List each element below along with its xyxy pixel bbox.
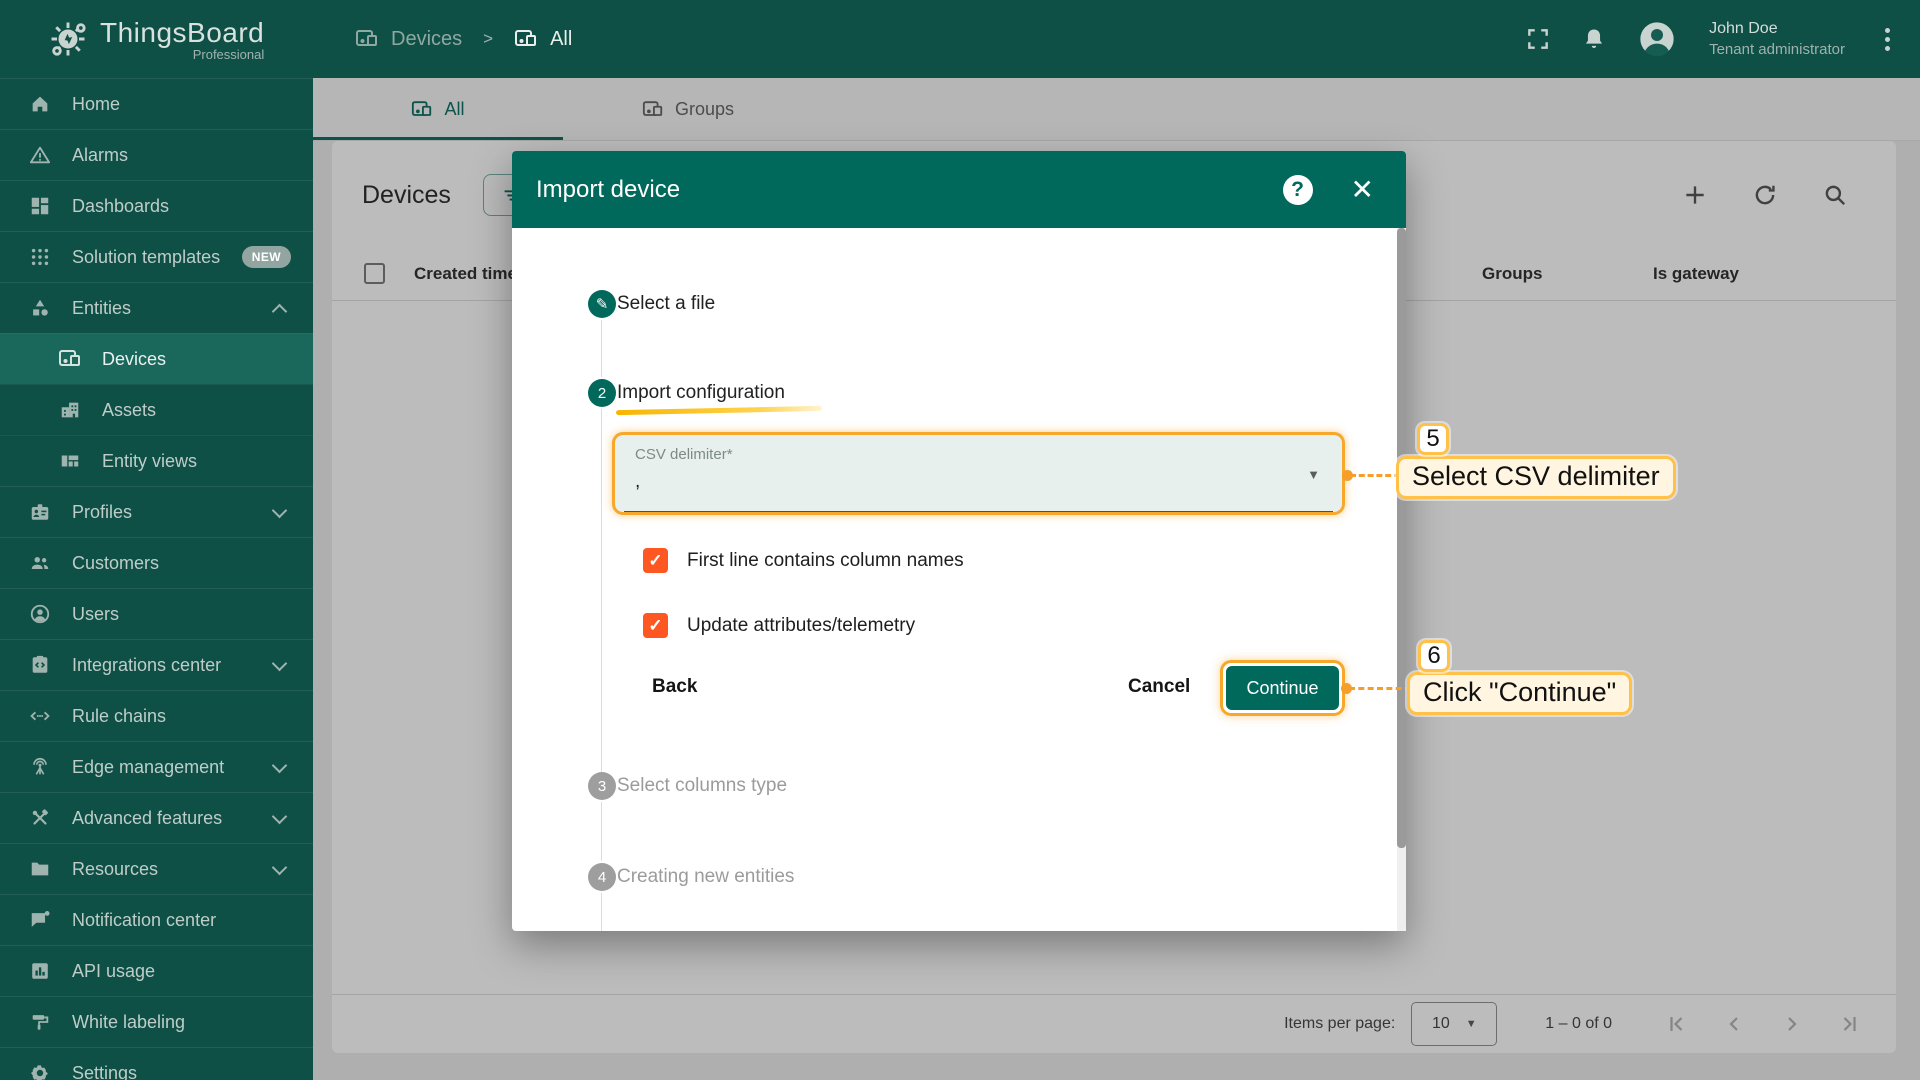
step4-label: Creating new entities	[617, 865, 794, 889]
update-attributes-checkbox[interactable]: ✓	[643, 613, 668, 638]
dashboard-tiles-icon	[28, 194, 52, 218]
device-icon	[58, 347, 82, 371]
sidebar-item-edge-management[interactable]: Edge management	[0, 741, 313, 792]
help-icon[interactable]: ?	[1283, 175, 1313, 205]
annotation5-number: 5	[1417, 423, 1449, 455]
sidebar-item-dashboards[interactable]: Dashboards	[0, 180, 313, 231]
view-quilt-icon	[58, 449, 82, 473]
cancel-button[interactable]: Cancel	[1128, 676, 1190, 698]
people-icon	[28, 551, 52, 575]
fullscreen-icon[interactable]	[1525, 26, 1551, 52]
step3-circle: 3	[588, 772, 616, 800]
grid-dots-icon	[28, 245, 52, 269]
chevron-up-icon	[272, 304, 288, 320]
sidebar-item-devices[interactable]: Devices	[0, 333, 313, 384]
close-icon[interactable]: ✕	[1351, 176, 1374, 204]
chevron-down-icon	[272, 758, 288, 774]
annotation6-number: 6	[1418, 640, 1450, 672]
step3-label: Select columns type	[617, 774, 787, 798]
warning-triangle-icon	[28, 143, 52, 167]
step1-label[interactable]: Select a file	[617, 292, 715, 316]
breadcrumb-all[interactable]: All	[514, 28, 572, 51]
chevron-down-icon	[272, 503, 288, 519]
annotation-marker-underline	[616, 406, 822, 415]
sidebar-item-profiles[interactable]: Profiles	[0, 486, 313, 537]
breadcrumb-separator: >	[483, 29, 493, 49]
thingsboard-logo-icon	[46, 17, 90, 61]
csv-delimiter-value: ,	[635, 471, 1322, 493]
code-brackets-icon	[28, 704, 52, 728]
sidebar-item-integrations-center[interactable]: Integrations center	[0, 639, 313, 690]
dialog-title: Import device	[536, 176, 680, 204]
sidebar-item-assets[interactable]: Assets	[0, 384, 313, 435]
user-role: Tenant administrator	[1709, 41, 1845, 58]
update-attributes-checkbox-row: ✓ Update attributes/telemetry	[643, 613, 915, 638]
sidebar-item-entity-views[interactable]: Entity views	[0, 435, 313, 486]
home-icon	[28, 92, 52, 116]
breadcrumb-devices[interactable]: Devices	[355, 28, 462, 51]
sidebar-item-resources[interactable]: Resources	[0, 843, 313, 894]
user-info[interactable]: John Doe Tenant administrator	[1709, 20, 1845, 58]
more-menu-icon[interactable]	[1881, 24, 1894, 55]
chevron-down-icon	[272, 656, 288, 672]
sidebar-item-customers[interactable]: Customers	[0, 537, 313, 588]
app-edition: Professional	[193, 47, 265, 62]
sidebar-item-rule-chains[interactable]: Rule chains	[0, 690, 313, 741]
dialog-scrollbar[interactable]	[1397, 228, 1406, 931]
integration-icon	[28, 653, 52, 677]
gear-icon	[28, 1061, 52, 1080]
annotation6-text: Click "Continue"	[1407, 672, 1632, 715]
continue-button[interactable]: Continue	[1226, 666, 1339, 710]
breadcrumb: Devices > All	[355, 28, 572, 51]
annotation-highlight-ring: Continue	[1220, 660, 1345, 716]
chart-box-icon	[28, 959, 52, 983]
shapes-icon	[28, 296, 52, 320]
csv-delimiter-label: CSV delimiter*	[635, 446, 1322, 463]
first-line-checkbox[interactable]: ✓	[643, 548, 668, 573]
step2-circle: 2	[588, 379, 616, 407]
paint-roller-icon	[28, 1010, 52, 1034]
csv-delimiter-select[interactable]: CSV delimiter* , ▼	[612, 432, 1345, 515]
avatar[interactable]	[1637, 19, 1677, 59]
chevron-down-icon	[272, 860, 288, 876]
person-circle-icon	[28, 602, 52, 626]
sidebar-item-white-labeling[interactable]: White labeling	[0, 996, 313, 1047]
sidebar-item-alarms[interactable]: Alarms	[0, 129, 313, 180]
folder-icon	[28, 857, 52, 881]
new-badge: NEW	[242, 246, 291, 268]
annotation5-connector	[1350, 474, 1400, 477]
chevron-down-icon	[272, 809, 288, 825]
sidebar-item-settings[interactable]: Settings	[0, 1047, 313, 1080]
app-logo[interactable]: ThingsBoard Professional	[0, 0, 313, 78]
message-icon	[28, 908, 52, 932]
step1-circle-edit-icon[interactable]: ✎	[588, 290, 616, 318]
back-button[interactable]: Back	[652, 676, 697, 698]
sidebar-item-solution-templates[interactable]: Solution templates NEW	[0, 231, 313, 282]
sidebar-item-api-usage[interactable]: API usage	[0, 945, 313, 996]
sidebar-item-users[interactable]: Users	[0, 588, 313, 639]
sidebar-item-entities[interactable]: Entities	[0, 282, 313, 333]
notifications-bell-icon[interactable]	[1581, 26, 1607, 52]
sidebar-item-home[interactable]: Home	[0, 78, 313, 129]
badge-icon	[28, 500, 52, 524]
dropdown-arrow-icon: ▼	[1307, 467, 1320, 482]
annotation5-text: Select CSV delimiter	[1396, 456, 1676, 499]
tools-icon	[28, 806, 52, 830]
step2-label: Import configuration	[617, 381, 785, 405]
antenna-icon	[28, 755, 52, 779]
sidebar-item-notification-center[interactable]: Notification center	[0, 894, 313, 945]
sidebar: ThingsBoard Professional Home Alarms Das…	[0, 0, 313, 1080]
sidebar-item-advanced-features[interactable]: Advanced features	[0, 792, 313, 843]
app-name: ThingsBoard	[100, 17, 264, 49]
first-line-checkbox-row: ✓ First line contains column names	[643, 548, 964, 573]
top-header: Devices > All John Doe Tenant administra…	[313, 0, 1920, 78]
building-icon	[58, 398, 82, 422]
annotation6-connector	[1349, 687, 1411, 690]
user-name: John Doe	[1709, 20, 1845, 38]
import-device-dialog: Import device ? ✕ ✎ Select a file 2 Impo…	[512, 151, 1406, 931]
step4-circle: 4	[588, 863, 616, 891]
